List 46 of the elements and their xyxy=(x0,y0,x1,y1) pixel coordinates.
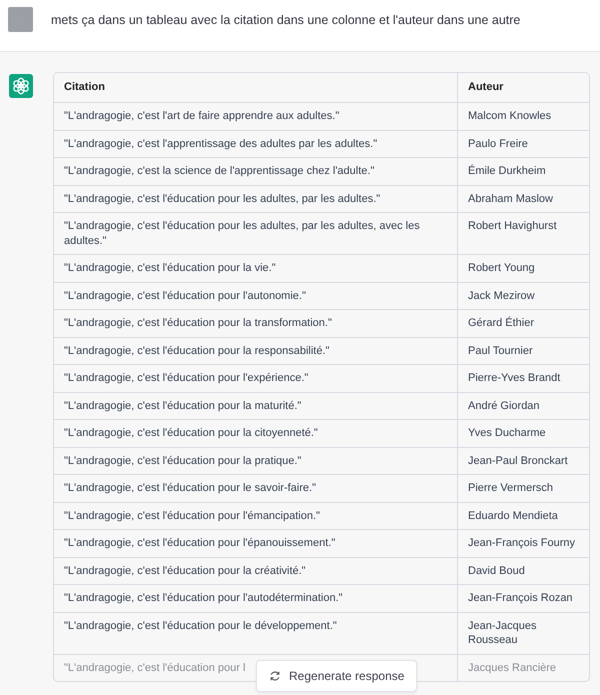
table-cell: Malcom Knowles xyxy=(458,102,589,130)
table-cell: "L'andragogie, c'est l'éducation pour la maturité." xyxy=(54,392,458,420)
table-cell: "L'andragogie, c'est l'éducation pour les adultes, par les adultes, avec les adultes." xyxy=(54,212,458,254)
table-cell: André Giordan xyxy=(458,392,589,420)
table-cell: "L'andragogie, c'est l'éducation pour la pratique." xyxy=(54,447,458,474)
table-cell: Eduardo Mendieta xyxy=(458,502,589,530)
table-cell: "L'andragogie, c'est l'éducation pour la responsabilité." xyxy=(54,337,458,364)
table-cell: Émile Durkheim xyxy=(458,158,589,185)
table-cell: "L'andragogie, c'est l'éducation pour la créativité." xyxy=(54,557,458,584)
table-cell: "L'andragogie, c'est l'éducation pour la transformation." xyxy=(54,310,458,337)
table-cell: Paulo Freire xyxy=(458,130,589,158)
refresh-icon xyxy=(269,670,281,682)
table-cell: "L'andragogie, c'est l'éducation pour la vie." xyxy=(54,254,458,282)
table-cell: Abraham Maslow xyxy=(458,185,589,212)
column-header: Auteur xyxy=(458,73,589,102)
user-avatar-image xyxy=(8,7,33,32)
table-cell: Jean-Paul Bronckart xyxy=(458,447,589,474)
table-cell: "L'andragogie, c'est l'art de faire apprendre aux adultes." xyxy=(54,102,458,130)
table-cell: Gérard Éthier xyxy=(458,310,589,337)
user-message: mets ça dans un tableau avec la citation dans une colonne et l'auteur dans une autre xyxy=(51,12,520,26)
table-cell: "L'andragogie, c'est l'éducation pour le développement." xyxy=(54,612,458,654)
table-cell: Jean-François Rozan xyxy=(458,584,589,612)
table-cell: Jean-Jacques Rousseau xyxy=(458,612,589,654)
table-cell: Robert Young xyxy=(458,254,589,282)
table-cell: Jack Mezirow xyxy=(458,282,589,310)
table-cell: Jacques Rancière xyxy=(458,654,589,681)
table-cell: Yves Ducharme xyxy=(458,420,589,447)
table-cell: Pierre-Yves Brandt xyxy=(458,364,589,392)
table-cell: Paul Tournier xyxy=(458,337,589,364)
table-cell: "L'andragogie, c'est l'éducation pour la citoyenneté." xyxy=(54,420,458,447)
table-cell: Robert Havighurst xyxy=(458,212,589,254)
table-cell: David Boud xyxy=(458,557,589,584)
table-cell: "L'andragogie, c'est la science de l'apprentissage chez l'adulte." xyxy=(54,158,458,185)
assistant-logo-icon xyxy=(9,74,33,98)
table-cell: "L'andragogie, c'est l'éducation pour l'expérience." xyxy=(54,364,458,392)
table-cell: "L'andragogie, c'est l'éducation pour les adultes, par les adultes." xyxy=(54,185,458,212)
table-cell: "L'andragogie, c'est l'apprentissage des adultes par les adultes." xyxy=(54,130,458,158)
table-cell: "L'andragogie, c'est l'éducation pour l'émancipation." xyxy=(54,502,458,530)
table-cell: "L'andragogie, c'est l'éducation pour le savoir-faire." xyxy=(54,474,458,502)
table-cell: "L'andragogie, c'est l'éducation pour l'autonomie." xyxy=(54,282,458,310)
regenerate-button[interactable]: Regenerate response xyxy=(256,660,418,692)
table-cell: Pierre Vermersch xyxy=(458,474,589,502)
table-cell: "L'andragogie, c'est l'éducation pour l'épanouissement." xyxy=(54,530,458,557)
table-cell: Jean-François Fourny xyxy=(458,530,589,557)
table-cell: "L'andragogie, c'est l'éducation pour l'autodétermination." xyxy=(54,584,458,612)
column-header: Citation xyxy=(54,73,458,102)
